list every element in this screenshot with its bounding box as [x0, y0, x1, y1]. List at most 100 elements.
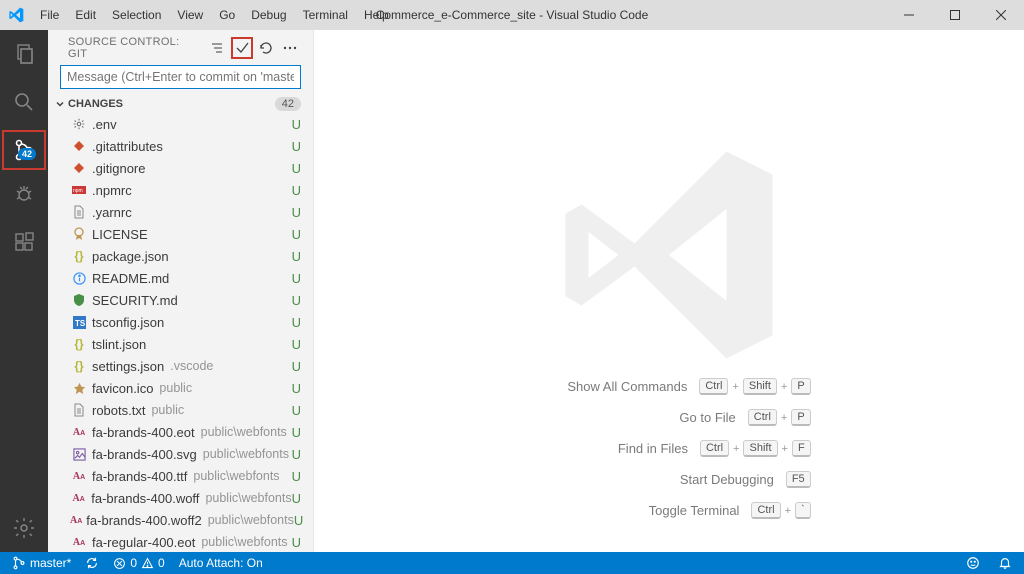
file-icon [70, 448, 88, 461]
status-auto-attach[interactable]: Auto Attach: On [175, 556, 267, 570]
shortcut-label: Show All Commands [527, 379, 687, 394]
close-button[interactable] [978, 0, 1024, 30]
key: F [792, 440, 811, 457]
window-controls [886, 0, 1024, 30]
minimize-button[interactable] [886, 0, 932, 30]
file-name: tsconfig.json [92, 315, 164, 330]
svg-text:npm: npm [73, 188, 83, 194]
commit-message-input[interactable] [60, 65, 301, 89]
refresh-icon[interactable] [255, 37, 277, 59]
menu-selection[interactable]: Selection [104, 4, 169, 26]
file-status: U [292, 381, 301, 396]
file-path: public\webfonts [193, 469, 279, 483]
menu-file[interactable]: File [32, 4, 67, 26]
menu-terminal[interactable]: Terminal [295, 4, 356, 26]
vscode-logo-icon [0, 7, 32, 23]
change-row[interactable]: SECURITY.md U [48, 289, 313, 311]
view-changes-icon[interactable] [207, 37, 229, 59]
file-status: U [292, 491, 301, 506]
change-row[interactable]: AA fa-brands-400.eot public\webfonts U [48, 421, 313, 443]
change-row[interactable]: {} package.json U [48, 245, 313, 267]
file-icon: AA [70, 471, 88, 482]
change-row[interactable]: .gitattributes U [48, 135, 313, 157]
menu-edit[interactable]: Edit [67, 4, 104, 26]
status-feedback-icon[interactable] [962, 556, 984, 570]
file-name: fa-brands-400.woff [91, 491, 199, 506]
file-path: public\webfonts [201, 535, 287, 549]
menu-bar: FileEditSelectionViewGoDebugTerminalHelp [32, 4, 397, 26]
activity-search[interactable] [0, 78, 48, 126]
change-row[interactable]: {} settings.json .vscode U [48, 355, 313, 377]
file-icon: {} [70, 337, 88, 351]
file-status: U [292, 227, 301, 242]
change-row[interactable]: .gitignore U [48, 157, 313, 179]
change-row[interactable]: robots.txt public U [48, 399, 313, 421]
window-title: Commerce_e-Commerce_site - Visual Studio… [376, 8, 649, 22]
change-row[interactable]: favicon.ico public U [48, 377, 313, 399]
status-notifications-icon[interactable] [994, 556, 1016, 570]
shortcut-keys: Ctrl+` [751, 502, 810, 519]
activity-extensions[interactable] [0, 218, 48, 266]
change-row[interactable]: AA fa-brands-400.woff2 public\webfonts U [48, 509, 313, 531]
file-icon: npm [70, 186, 88, 194]
change-row[interactable]: fa-brands-400.svg public\webfonts U [48, 443, 313, 465]
file-icon [70, 272, 88, 285]
key: Ctrl [751, 502, 780, 519]
activity-settings[interactable] [0, 504, 48, 552]
shortcut-label: Go to File [576, 410, 736, 425]
commit-icon[interactable] [231, 37, 253, 59]
change-row[interactable]: AA fa-brands-400.ttf public\webfonts U [48, 465, 313, 487]
change-row[interactable]: npm .npmrc U [48, 179, 313, 201]
file-status: U [292, 403, 301, 418]
shortcut-keys: Ctrl+P [748, 409, 811, 426]
shortcut-row: Go to File Ctrl+P [527, 409, 810, 426]
welcome-shortcuts: Show All Commands Ctrl+Shift+P Go to File C… [527, 378, 810, 519]
file-path: .vscode [170, 359, 213, 373]
change-row[interactable]: AA fa-brands-400.woff public\webfonts U [48, 487, 313, 509]
menu-view[interactable]: View [169, 4, 211, 26]
change-row[interactable]: LICENSE U [48, 223, 313, 245]
change-row[interactable]: .env U [48, 113, 313, 135]
file-path: public\webfonts [203, 447, 289, 461]
more-actions-icon[interactable] [279, 37, 301, 59]
file-icon: TS [70, 316, 88, 329]
file-status: U [292, 359, 301, 374]
status-problems[interactable]: 0 0 [109, 556, 168, 570]
file-name: fa-regular-400.eot [92, 535, 195, 550]
file-name: README.md [92, 271, 169, 286]
status-warnings-count: 0 [158, 556, 165, 570]
change-row[interactable]: TS tsconfig.json U [48, 311, 313, 333]
change-row[interactable]: README.md U [48, 267, 313, 289]
file-status: U [292, 293, 301, 308]
changes-section-header[interactable]: CHANGES 42 [48, 95, 313, 113]
maximize-button[interactable] [932, 0, 978, 30]
change-row[interactable]: .yarnrc U [48, 201, 313, 223]
file-status: U [292, 447, 301, 462]
file-status: U [292, 315, 301, 330]
change-row[interactable]: {} tslint.json U [48, 333, 313, 355]
sidebar: SOURCE CONTROL: GIT CHANGES 42 .env U .g… [48, 30, 314, 552]
menu-go[interactable]: Go [211, 4, 243, 26]
status-sync[interactable] [81, 556, 103, 570]
changes-list: .env U .gitattributes U .gitignore U npm… [48, 113, 313, 552]
file-name: fa-brands-400.svg [92, 447, 197, 462]
file-name: tslint.json [92, 337, 146, 352]
editor-area: Show All Commands Ctrl+Shift+P Go to File C… [314, 30, 1024, 552]
shortcut-keys: Ctrl+Shift+P [699, 378, 810, 395]
svg-text:TS: TS [75, 319, 86, 328]
activity-debug[interactable] [0, 170, 48, 218]
vscode-watermark-icon [549, 140, 789, 370]
status-branch[interactable]: master* [8, 556, 75, 570]
file-icon [70, 227, 88, 241]
change-row[interactable]: AA fa-regular-400.eot public\webfonts U [48, 531, 313, 552]
file-path: public\webfonts [208, 513, 294, 527]
activity-explorer[interactable] [0, 30, 48, 78]
menu-debug[interactable]: Debug [243, 4, 294, 26]
file-icon [70, 205, 88, 219]
key: Ctrl [748, 409, 777, 426]
key: Ctrl [700, 440, 729, 457]
file-name: fa-brands-400.eot [92, 425, 195, 440]
file-name: robots.txt [92, 403, 145, 418]
file-status: U [292, 205, 301, 220]
activity-source-control[interactable]: 42 [2, 130, 46, 170]
